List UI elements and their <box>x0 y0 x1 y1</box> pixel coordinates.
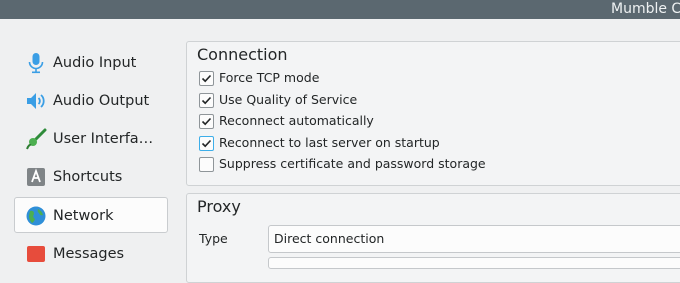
window-title: Mumble C <box>611 1 680 17</box>
checkbox-label: Use Quality of Service <box>219 92 358 107</box>
sidebar-item-messages[interactable]: Messages <box>14 235 168 271</box>
sidebar-item-label: Audio Output <box>53 93 150 109</box>
checkbox-label: Reconnect to last server on startup <box>219 135 440 150</box>
sidebar-item-shortcuts[interactable]: Shortcuts <box>14 158 168 194</box>
proxy-type-label: Type <box>199 231 228 246</box>
sidebar-item-audio-output[interactable]: Audio Output <box>14 82 168 118</box>
settings-sidebar: Audio Input Audio Output User Interfa… S… <box>0 41 180 262</box>
sidebar-item-audio-input[interactable]: Audio Input <box>14 44 168 80</box>
connection-group-title: Connection <box>197 45 288 64</box>
checkbox-box[interactable] <box>199 157 214 172</box>
proxy-hostname-field[interactable] <box>268 257 680 269</box>
proxy-type-select[interactable]: Direct connection <box>268 225 680 253</box>
check-icon <box>201 139 212 148</box>
sidebar-item-label: Audio Input <box>53 55 137 71</box>
window-titlebar: Mumble C <box>0 0 680 19</box>
checkbox-label: Reconnect automatically <box>219 113 374 128</box>
microphone-icon <box>28 53 44 74</box>
sidebar-item-label: Messages <box>53 246 125 262</box>
check-icon <box>201 96 212 105</box>
checkbox-box[interactable] <box>199 93 214 108</box>
check-icon <box>201 117 212 126</box>
sidebar-item-label: User Interfa… <box>53 131 154 147</box>
proxy-group-title: Proxy <box>197 197 241 216</box>
messages-icon <box>27 246 45 262</box>
sidebar-item-label: Shortcuts <box>53 169 123 185</box>
brush-icon <box>26 128 47 150</box>
checkbox-box[interactable] <box>199 136 214 151</box>
checkbox-box[interactable] <box>199 114 214 129</box>
checkbox-box[interactable] <box>199 71 214 86</box>
connection-group: Connection Force TCP mode Use Quality of… <box>186 41 680 186</box>
globe-icon <box>26 206 46 226</box>
proxy-type-value: Direct connection <box>274 231 385 246</box>
sidebar-item-user-interface[interactable]: User Interfa… <box>14 120 168 156</box>
check-icon <box>201 74 212 83</box>
keyboard-key-icon <box>27 168 45 186</box>
sidebar-item-label: Network <box>53 208 114 224</box>
speaker-icon <box>27 93 45 109</box>
checkbox-label: Suppress certificate and password storag… <box>219 156 486 171</box>
checkbox-label: Force TCP mode <box>219 70 320 85</box>
sidebar-item-network[interactable]: Network <box>14 197 168 233</box>
